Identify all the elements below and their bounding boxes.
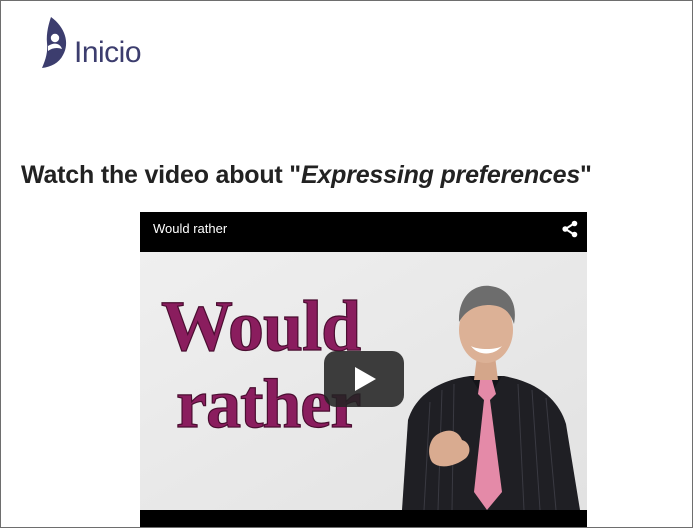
share-icon[interactable] [561,220,579,238]
heading-topic: Expressing preferences [300,161,581,189]
heading-prefix: Watch the video about " [21,161,301,189]
inicio-logo-link[interactable]: Inicio [39,13,142,69]
logo-text: Inicio [74,36,142,69]
page-heading: Watch the video about "Expressing prefer… [21,161,592,190]
video-title[interactable]: Would rather [153,221,227,236]
video-title-bar: Would rather [140,212,587,252]
page: Inicio Watch the video about "Expressing… [0,0,693,528]
video-player[interactable]: Would rather Would rather [140,212,587,527]
play-button[interactable] [324,351,404,407]
logo-mark-icon [42,17,67,68]
video-control-bar [140,510,587,527]
heading-suffix: " [580,161,592,189]
play-icon [355,367,376,391]
